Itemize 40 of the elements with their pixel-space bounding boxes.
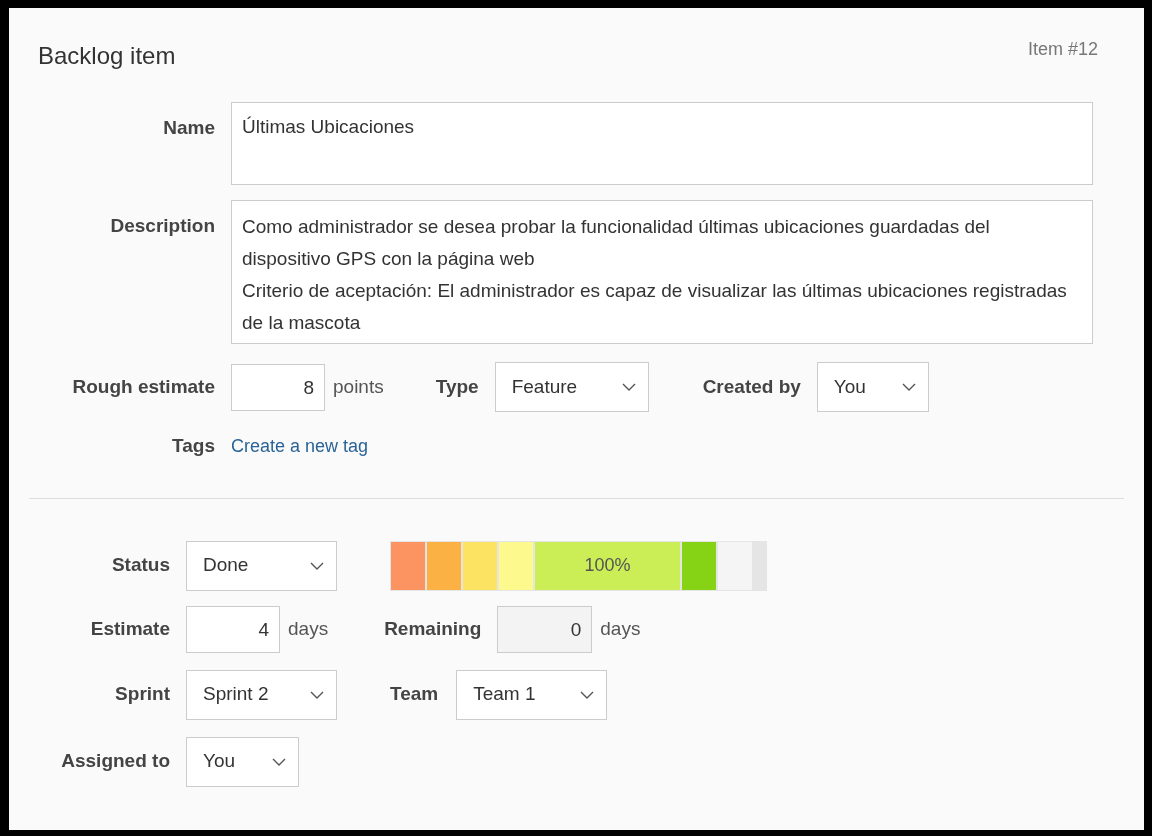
chevron-down-icon (310, 690, 324, 699)
field-label: Name (163, 117, 215, 138)
create-tag-link[interactable]: Create a new tag (231, 432, 369, 460)
chevron-down-icon (272, 757, 286, 766)
rough-estimate-field[interactable]: 8 (231, 363, 325, 411)
created-by-select[interactable]: You (816, 362, 929, 412)
chevron-down-icon (621, 383, 636, 391)
status-segment[interactable] (427, 541, 461, 590)
unit-label: points (333, 374, 384, 399)
status-segment[interactable] (682, 541, 716, 590)
field-label: Rough estimate (72, 375, 215, 397)
field-label: Sprint (115, 683, 170, 705)
estimate-field[interactable]: 4 (186, 605, 280, 653)
type-select[interactable]: Feature (494, 362, 649, 412)
chevron-down-icon (580, 690, 595, 699)
unit-label: days (288, 616, 329, 641)
field-label: Tags (172, 435, 215, 456)
name-field[interactable]: Últimas Ubicaciones (231, 102, 1093, 185)
sprint-select[interactable]: Sprint 2 (186, 669, 337, 720)
field-label: Remaining (384, 616, 482, 641)
field-label: Description (110, 215, 215, 236)
field-label: Type (435, 374, 479, 399)
chevron-down-icon (901, 383, 916, 391)
description-field[interactable]: Como administrador se desea probar la funcionalidad últimas ubicaciones guardadas del dispositivo GPS con la página web Criterio de aceptación: El administrador es capaz de visualizar las últimas ubicaciones registradas de la mascota (231, 200, 1093, 344)
status-segment[interactable] (463, 541, 497, 590)
unit-label: days (600, 616, 641, 641)
status-segment[interactable]: 100% (535, 541, 680, 590)
status-segment[interactable] (499, 541, 533, 590)
field-label: Team (390, 682, 439, 707)
item-number: Item #12 (1027, 38, 1098, 61)
field-label: Created by (702, 374, 801, 399)
field-label: Status (111, 554, 170, 576)
field-label: Assigned to (61, 750, 170, 772)
status-select[interactable]: Done (186, 540, 337, 591)
status-segment[interactable] (391, 541, 425, 590)
panel-title: Backlog item (38, 41, 176, 71)
team-select[interactable]: Team 1 (456, 669, 608, 720)
assigned-to-select[interactable]: You (186, 736, 299, 787)
field-label: Estimate (90, 617, 170, 639)
chevron-down-icon (310, 561, 324, 570)
